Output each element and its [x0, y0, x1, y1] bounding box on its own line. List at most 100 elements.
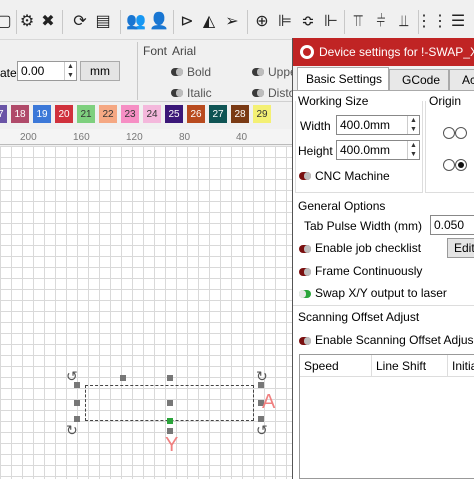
scanning-offset-heading: Scanning Offset Adjust: [298, 310, 420, 324]
settings-icon[interactable]: ⚙: [17, 12, 37, 32]
color-swatch[interactable]: 28: [231, 105, 249, 123]
table-header-initial[interactable]: Initia: [448, 355, 474, 377]
align-middle-icon[interactable]: ⫩: [371, 12, 391, 32]
font-label: Font: [143, 44, 168, 58]
distort-toggle[interactable]: [252, 89, 264, 97]
rotate-handle-icon[interactable]: ↻: [256, 368, 268, 385]
toolbar-separator: [344, 10, 345, 34]
dialog-title-bar[interactable]: Device settings for !-SWAP_XY-C: [293, 38, 474, 66]
horizontal-ruler: 200 160 120 80 40: [0, 129, 296, 145]
color-swatch[interactable]: 25: [165, 105, 183, 123]
align-top-icon[interactable]: ⫪: [348, 12, 368, 32]
tools-icon[interactable]: ✖: [38, 12, 58, 32]
axis-label-y: Y: [165, 434, 179, 456]
color-swatch[interactable]: 23: [121, 105, 139, 123]
color-swatch[interactable]: 27: [209, 105, 227, 123]
rotate-handle-icon[interactable]: ↺: [66, 368, 78, 385]
color-palette: 17181920212223242526272829: [0, 103, 296, 127]
resize-handle[interactable]: [167, 400, 173, 406]
tab-gcode[interactable]: GCode: [389, 69, 449, 90]
device-settings-dialog: Device settings for !-SWAP_XY-C Basic Se…: [292, 38, 474, 479]
distribute-icon[interactable]: ⋮⋮: [416, 12, 448, 32]
window-icon[interactable]: ▢: [0, 12, 14, 32]
resize-handle[interactable]: [167, 375, 173, 381]
height-value: 400.0mm: [340, 143, 391, 157]
tab-advanced[interactable]: Ac: [449, 69, 474, 90]
design-canvas[interactable]: ↺ ↻ ↻ ↺ A Y: [0, 146, 296, 479]
italic-label: Italic: [187, 86, 212, 100]
tab-basic-settings[interactable]: Basic Settings: [297, 67, 389, 90]
cnc-machine-toggle[interactable]: [299, 172, 311, 180]
scanning-offset-table[interactable]: Speed Line Shift Initia: [299, 354, 474, 479]
property-bar: ate 0.00 ▲ ▼ mm Font Arial Bold Italic Up…: [0, 40, 297, 102]
color-swatch[interactable]: 29: [253, 105, 271, 123]
origin-radio-bottom-left[interactable]: [443, 159, 455, 171]
target-icon[interactable]: ⊕: [252, 12, 272, 32]
ruler-tick: 120: [126, 132, 143, 143]
ruler-tick: 40: [236, 132, 248, 143]
job-checklist-toggle[interactable]: [299, 245, 311, 253]
resize-handle[interactable]: [167, 418, 173, 424]
bold-toggle[interactable]: [171, 68, 183, 76]
origin-radio-bottom-right[interactable]: [455, 159, 467, 171]
font-value[interactable]: Arial: [172, 44, 196, 58]
color-swatch[interactable]: 24: [143, 105, 161, 123]
height-spin-arrows[interactable]: ▲ ▼: [407, 141, 419, 159]
edit-checklist-button[interactable]: Edit: [447, 238, 474, 258]
section-divider: [293, 305, 474, 306]
mirror-icon[interactable]: ◭: [199, 12, 219, 32]
resize-handle[interactable]: [120, 375, 126, 381]
align-left-icon[interactable]: ⊫: [275, 12, 295, 32]
scanning-offset-toggle[interactable]: [299, 337, 311, 345]
upper-toggle[interactable]: [252, 68, 264, 76]
camera-icon[interactable]: ⟳: [70, 12, 90, 32]
printer-icon[interactable]: ▤: [93, 12, 113, 32]
send-icon[interactable]: ➢: [222, 12, 242, 32]
section-divider: [137, 42, 138, 100]
color-swatch[interactable]: 19: [33, 105, 51, 123]
table-header-line-shift[interactable]: Line Shift: [372, 355, 448, 377]
frame-continuously-toggle[interactable]: [299, 268, 311, 276]
unit-selector[interactable]: mm: [80, 61, 120, 81]
width-label: Width: [300, 119, 331, 133]
color-swatch[interactable]: 17: [0, 105, 7, 123]
rotate-handle-icon[interactable]: ↺: [256, 422, 268, 439]
color-swatch[interactable]: 20: [55, 105, 73, 123]
ruler-tick: 160: [73, 132, 90, 143]
color-swatch[interactable]: 18: [11, 105, 29, 123]
users-icon[interactable]: 👥: [126, 12, 146, 32]
rotate-handle-icon[interactable]: ↻: [66, 422, 78, 439]
rotate-spin-arrows[interactable]: ▲ ▼: [64, 62, 76, 80]
flip-horizontal-icon[interactable]: ⊳: [177, 12, 197, 32]
width-spin-arrows[interactable]: ▲ ▼: [407, 116, 419, 134]
align-bottom-icon[interactable]: ⫫: [394, 12, 414, 32]
swap-xy-toggle[interactable]: [299, 290, 311, 298]
user-icon[interactable]: 👤: [149, 12, 169, 32]
scanning-offset-label: Enable Scanning Offset Adjus: [315, 333, 474, 347]
bold-label: Bold: [187, 65, 212, 79]
toolbar-separator: [173, 10, 174, 34]
tab-pulse-width-input[interactable]: 0.050: [430, 215, 474, 235]
axis-label-a: A: [262, 391, 276, 413]
toolbar-separator: [247, 10, 248, 34]
table-header-speed[interactable]: Speed: [300, 355, 372, 377]
rotate-value: 0.00: [21, 64, 45, 78]
width-input[interactable]: 400.0mm ▲ ▼: [336, 115, 420, 135]
cnc-machine-label: CNC Machine: [315, 169, 390, 183]
align-right-icon[interactable]: ⊩: [321, 12, 341, 32]
rotate-input[interactable]: 0.00 ▲ ▼: [17, 61, 77, 81]
color-swatch[interactable]: 26: [187, 105, 205, 123]
color-swatch[interactable]: 22: [99, 105, 117, 123]
origin-radio-mid-left[interactable]: [443, 127, 455, 139]
origin-radio-mid-right[interactable]: [455, 127, 467, 139]
tab-pulse-width-label: Tab Pulse Width (mm): [304, 219, 423, 233]
color-swatch[interactable]: 21: [77, 105, 95, 123]
app-logo-icon: [300, 45, 314, 59]
toolbar-separator: [120, 10, 121, 34]
align-center-icon[interactable]: ≎: [298, 12, 318, 32]
resize-handle[interactable]: [74, 400, 80, 406]
italic-toggle[interactable]: [171, 89, 183, 97]
height-input[interactable]: 400.0mm ▲ ▼: [336, 140, 420, 160]
ruler-tick: 200: [20, 132, 37, 143]
distribute-vertical-icon[interactable]: ☰: [448, 12, 468, 32]
